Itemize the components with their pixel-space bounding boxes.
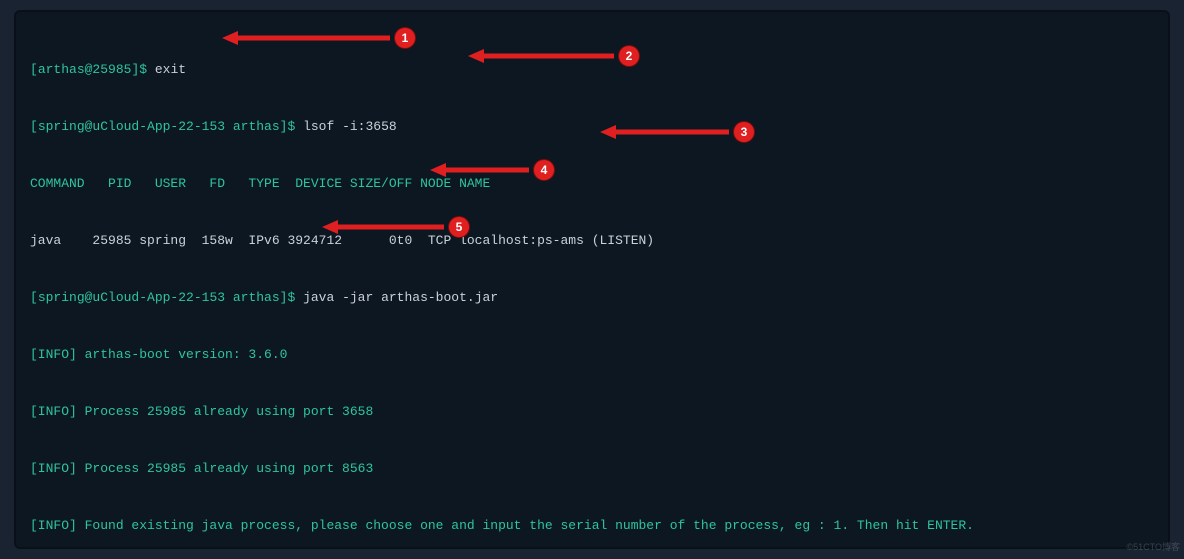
prompt-user: spring@uCloud-App-22-153 arthas: [38, 290, 280, 305]
command-lsof: lsof -i:3658: [303, 119, 397, 134]
prompt-bracket: [: [30, 62, 38, 77]
command-exit: exit: [155, 62, 186, 77]
info-line: [INFO] arthas-boot version: 3.6.0: [30, 345, 1154, 364]
prompt-user: arthas@25985: [38, 62, 132, 77]
prompt-bracket-close: ]$: [280, 290, 303, 305]
info-line: [INFO] Process 25985 already using port …: [30, 402, 1154, 421]
prompt-bracket-close: ]$: [131, 62, 154, 77]
prompt-bracket: [: [30, 119, 38, 134]
info-line: [INFO] Process 25985 already using port …: [30, 459, 1154, 478]
prompt-exit: [arthas@25985]$ exit: [30, 60, 1154, 79]
prompt-bracket-close: ]$: [280, 119, 303, 134]
watermark: ©51CTO博客: [1127, 538, 1180, 557]
prompt-java: [spring@uCloud-App-22-153 arthas]$ java …: [30, 288, 1154, 307]
prompt-user: spring@uCloud-App-22-153 arthas: [38, 119, 280, 134]
command-java-jar: java -jar arthas-boot.jar: [303, 290, 498, 305]
info-line: [INFO] Found existing java process, plea…: [30, 516, 1154, 535]
lsof-row: java 25985 spring 158w IPv6 3924712 0t0 …: [30, 231, 1154, 250]
lsof-header: COMMAND PID USER FD TYPE DEVICE SIZE/OFF…: [30, 174, 1154, 193]
prompt-bracket: [: [30, 290, 38, 305]
terminal-window[interactable]: [arthas@25985]$ exit [spring@uCloud-App-…: [14, 10, 1170, 549]
prompt-lsof: [spring@uCloud-App-22-153 arthas]$ lsof …: [30, 117, 1154, 136]
